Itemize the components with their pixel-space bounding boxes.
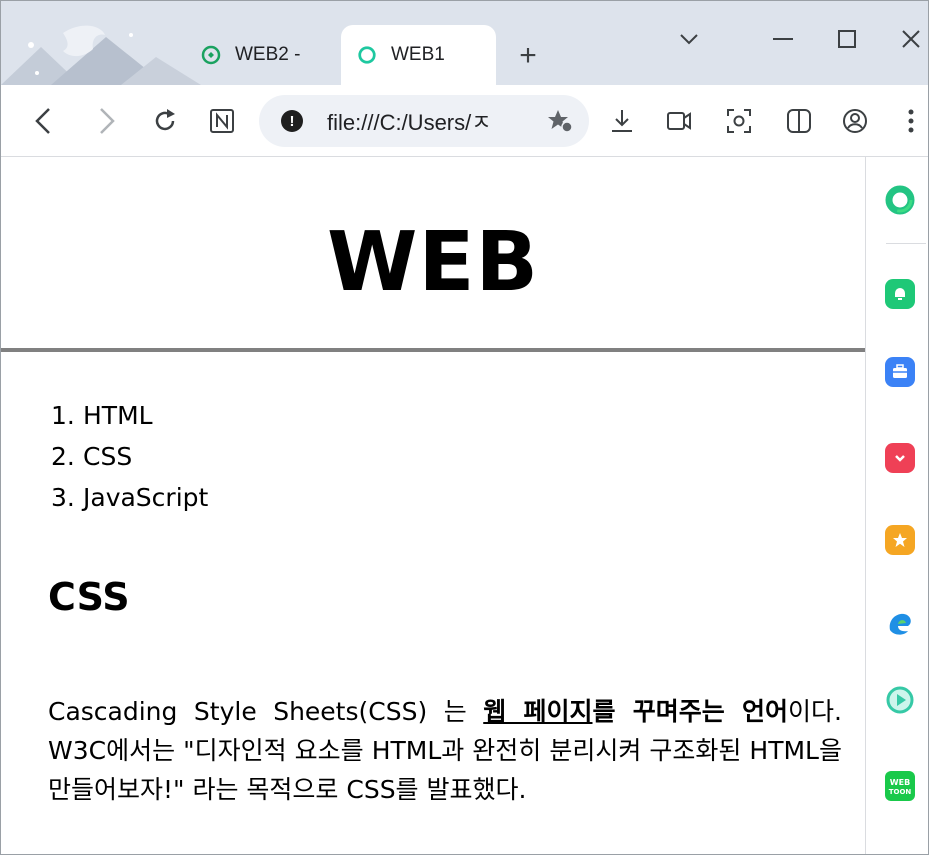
side-panel: WEB TOON [865,157,928,854]
tab-strip: WEB2 - WEB1 + [1,1,928,85]
tab-label: WEB2 - [235,44,301,65]
title-divider [1,348,865,352]
tab-web2[interactable]: WEB2 - [197,25,337,85]
more-menu-icon[interactable] [893,103,928,139]
list-number: 2. [51,442,75,471]
play-icon[interactable] [885,685,915,715]
chat-bell-icon[interactable] [885,279,915,309]
reload-icon[interactable] [147,103,183,139]
profile-icon[interactable] [837,103,873,139]
tab-label: WEB1 [391,44,445,65]
list-number: 1. [51,401,75,430]
list-number: 3. [51,483,75,512]
tab-favicon-icon [357,45,377,65]
favorites-star-icon[interactable] [547,108,573,134]
page-title[interactable]: WEB [1,215,865,310]
svg-text:TOON: TOON [889,788,912,796]
tab-web1[interactable]: WEB1 [341,25,496,85]
nav-list: 1. HTML 2. CSS 3. JavaScript [51,395,208,518]
nav-link-javascript[interactable]: JavaScript [83,483,208,512]
briefcase-icon[interactable] [885,357,915,387]
web-page-link[interactable]: 웹 페이지 [483,697,592,726]
page-content: WEB 1. HTML 2. CSS 3. JavaScript CSS Cascad… [1,157,865,854]
green-ring-icon[interactable] [885,185,915,215]
address-input[interactable]: file:///C:/Users/ㅈ [327,105,537,137]
theme-illustration [1,25,201,85]
nav-link-css[interactable]: CSS [83,442,132,471]
new-tab-button[interactable]: + [513,39,543,72]
pocket-icon[interactable] [885,443,915,473]
side-panel-divider [886,243,926,244]
section-title: CSS [48,575,130,619]
svg-text:WEB: WEB [890,778,910,787]
maximize-icon[interactable] [827,19,867,59]
forward-icon[interactable] [89,103,125,139]
tab-search-chevron-icon[interactable] [669,19,709,59]
browser-window: WEB2 - WEB1 + ! file:///C:/Users/ㅈ WEB 1… [0,0,929,855]
screenshot-icon[interactable] [721,103,757,139]
edge-games-icon[interactable] [885,609,915,639]
nav-link-html[interactable]: HTML [83,401,153,430]
split-screen-icon[interactable] [781,103,817,139]
site-info-icon[interactable]: ! [281,110,303,132]
back-icon[interactable] [25,103,61,139]
address-bar[interactable]: ! file:///C:/Users/ㅈ [259,95,589,147]
close-icon[interactable] [891,19,928,59]
video-capture-icon[interactable] [661,103,697,139]
tab-favicon-icon [201,45,221,65]
download-icon[interactable] [604,103,640,139]
browser-toolbar: ! file:///C:/Users/ㅈ [1,85,928,157]
notion-icon[interactable] [204,103,240,139]
nav-item-html[interactable]: 1. HTML [51,395,208,436]
webtoon-icon[interactable]: WEB TOON [885,771,915,801]
nav-item-javascript[interactable]: 3. JavaScript [51,477,208,518]
star-icon[interactable] [885,525,915,555]
css-description: Cascading Style Sheets(CSS) 는 웹 페이지를 꾸며주… [48,692,842,809]
paragraph-prefix: Cascading Style Sheets(CSS) 는 [48,697,484,726]
minimize-icon[interactable] [763,19,803,59]
nav-item-css[interactable]: 2. CSS [51,436,208,477]
paragraph-bold: 를 꾸며주는 언어 [592,697,789,726]
